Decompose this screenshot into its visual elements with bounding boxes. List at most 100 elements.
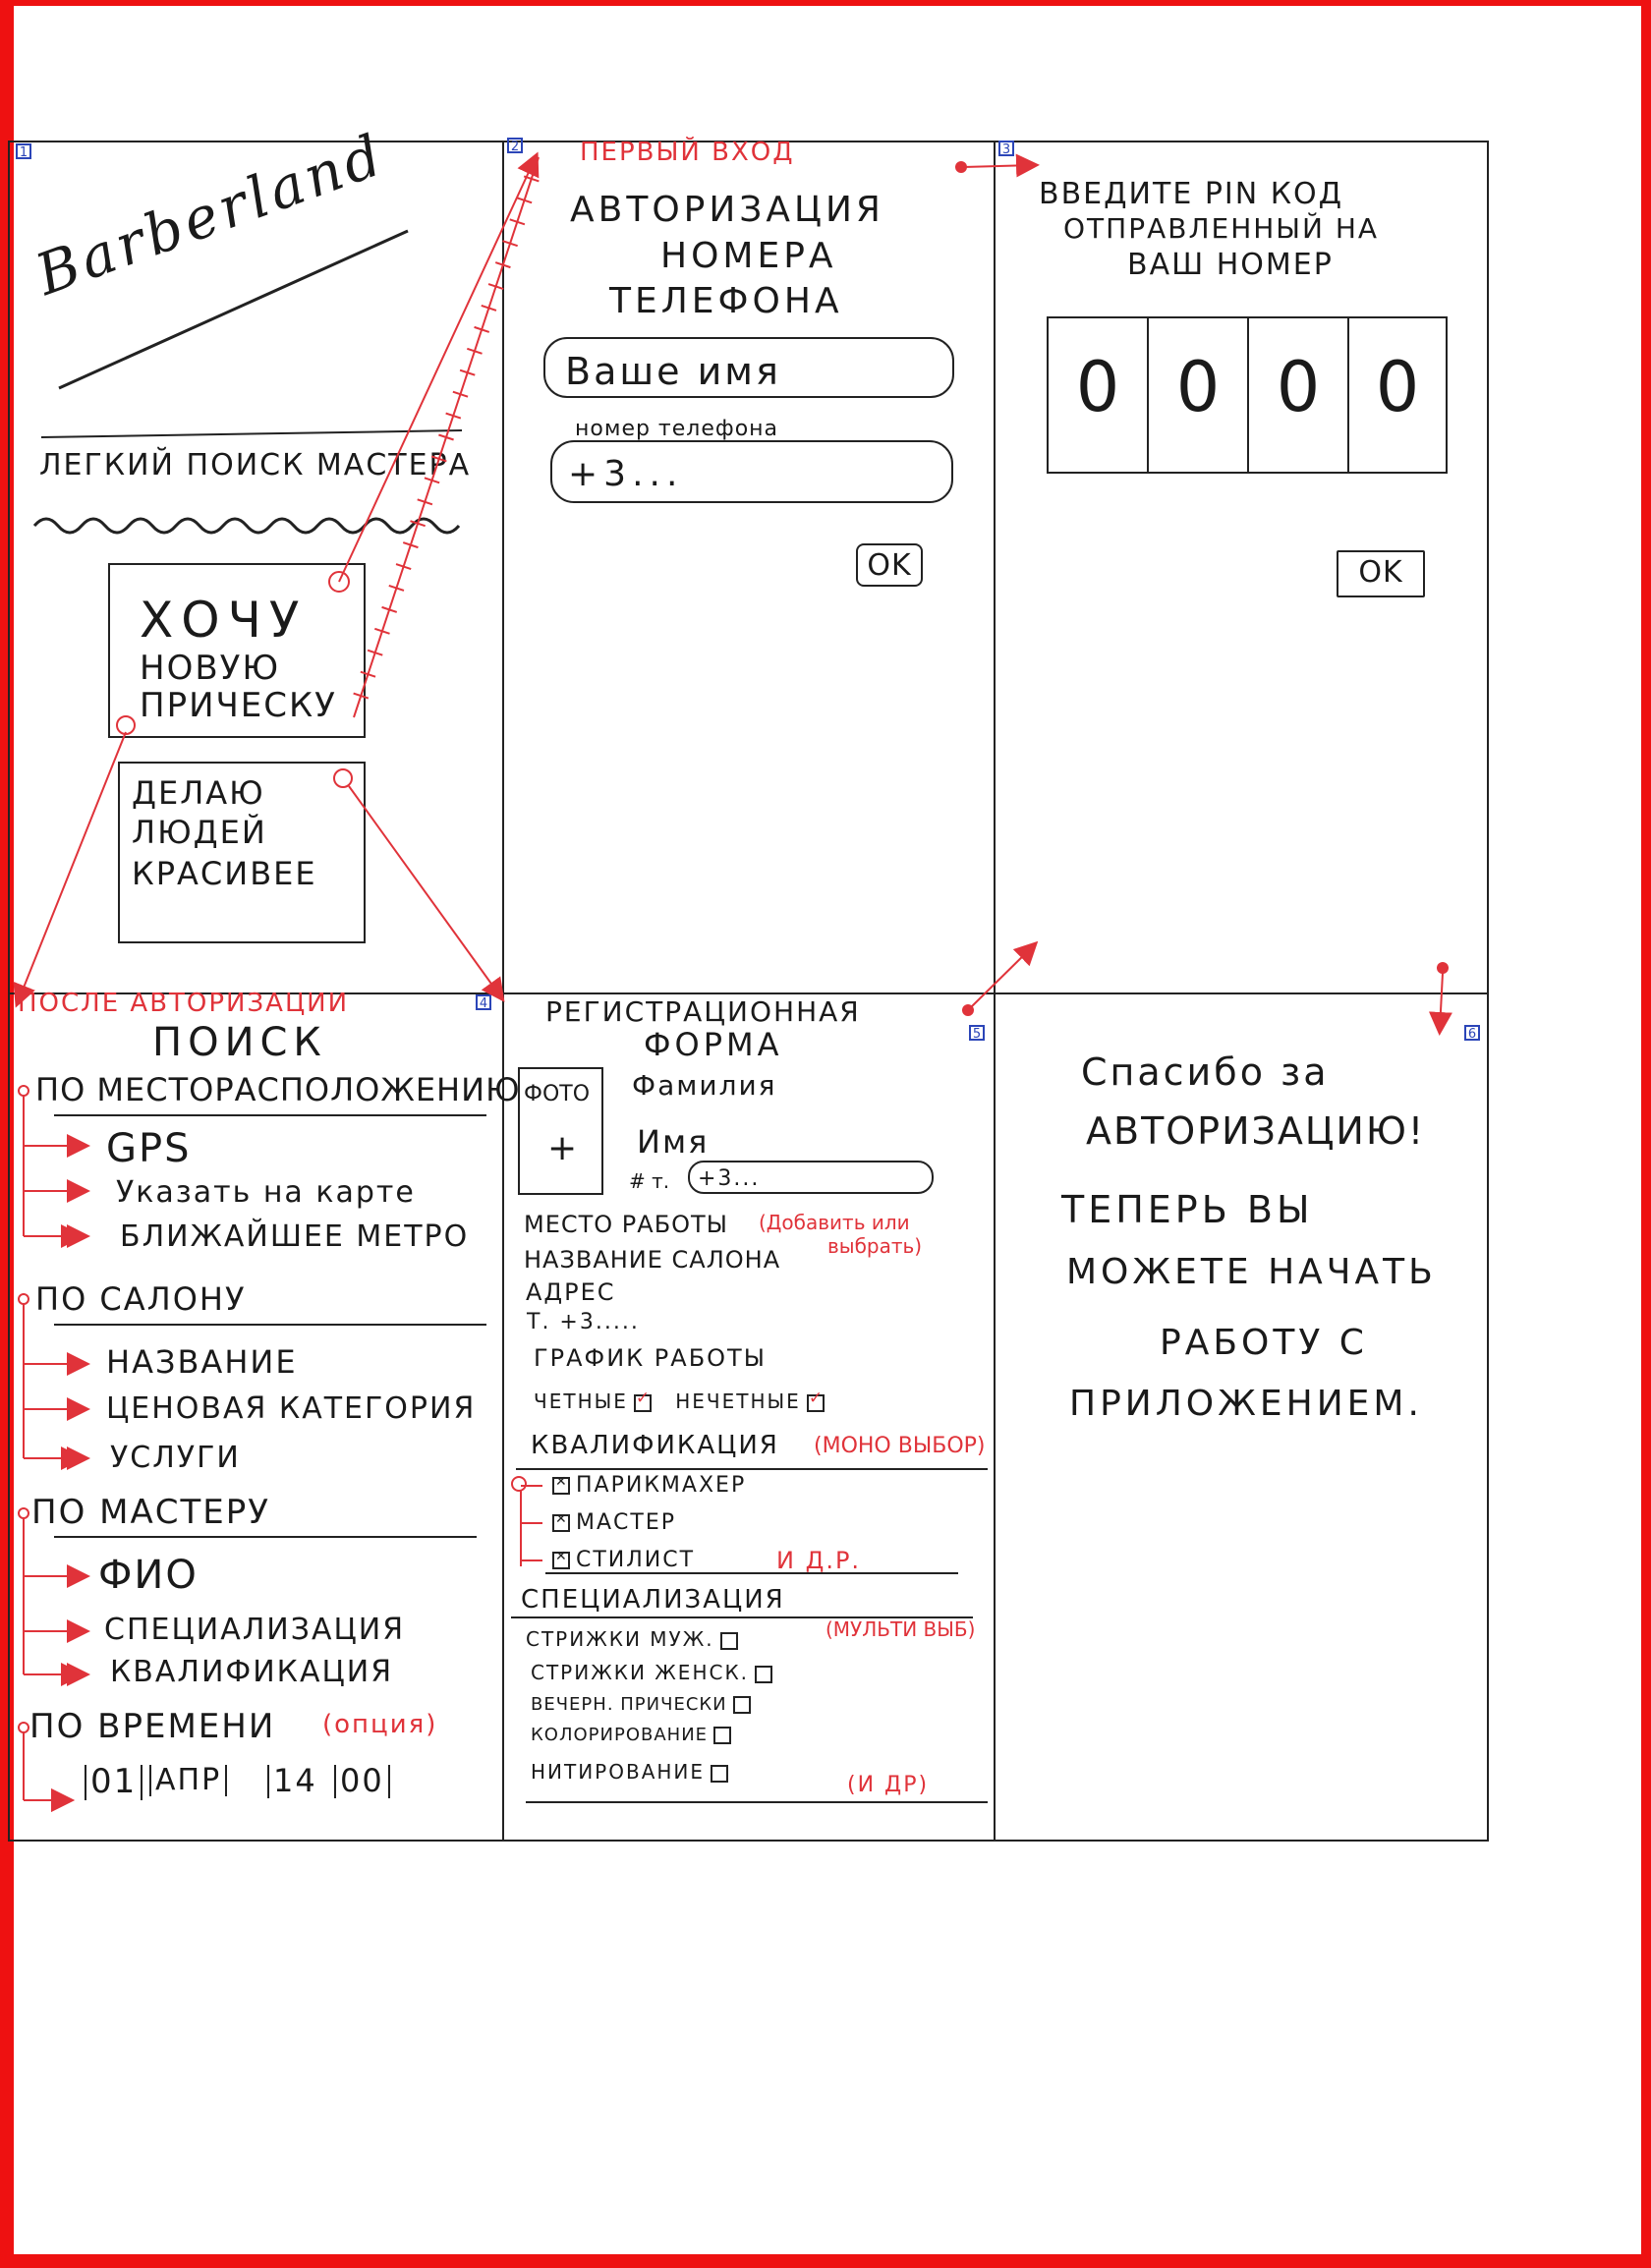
spec-threading[interactable]: НИТИРОВАНИЕ [531, 1762, 734, 1783]
qual-hairdresser-label: ПАРИКМАХЕР [576, 1473, 747, 1498]
qual-hairdresser[interactable]: ПАРИКМАХЕР [546, 1474, 746, 1497]
phone-value: +3... [568, 454, 684, 494]
search-by-master[interactable]: ПО МАСТЕРУ [31, 1495, 270, 1531]
after-auth-annotation: ПОСЛЕ АВТОРИЗАЦИИ [18, 989, 350, 1018]
qual-hairdresser-checkbox[interactable] [552, 1475, 570, 1495]
search-by-salon[interactable]: ПО САЛОНУ [35, 1282, 246, 1317]
first-login-annotation: ПЕРВЫЙ ВХОД [580, 138, 795, 167]
search-by-time[interactable]: ПО ВРЕМЕНИ [29, 1709, 275, 1745]
grid-divider-2 [994, 142, 996, 1840]
qual-stylist-label: СТИЛИСТ [576, 1548, 696, 1572]
spec-threading-checkbox[interactable] [711, 1764, 729, 1783]
master-qualification[interactable]: КВАЛИФИКАЦИЯ [110, 1657, 393, 1688]
qualification-note: (МОНО ВЫБОР) [814, 1434, 986, 1458]
qual-stylist[interactable]: СТИЛИСТ [546, 1549, 695, 1571]
spec-men-checkbox[interactable] [719, 1631, 738, 1650]
search-by-location[interactable]: ПО МЕСТОРАСПОЛОЖЕНИЮ [35, 1073, 521, 1107]
pin-digit-3[interactable]: 0 [1249, 318, 1349, 472]
spec-men[interactable]: СТРИЖКИ МУЖ. [526, 1629, 744, 1650]
spec-note: (МУЛЬТИ ВЫБ) [826, 1617, 976, 1641]
want-line-1: ХОЧУ [140, 592, 308, 649]
pin-ok-button[interactable]: OK [1337, 550, 1425, 597]
spec-women-label: СТРИЖКИ ЖЕНСК. [531, 1661, 750, 1684]
reg-phone-input[interactable]: +3... [688, 1161, 934, 1194]
even-days-checkbox[interactable] [633, 1390, 652, 1412]
phone-input[interactable]: +3... [550, 440, 953, 503]
screen-number-1: 1 [16, 143, 31, 160]
odd-days-checkbox[interactable] [806, 1390, 825, 1412]
address-field[interactable]: АДРЕС [526, 1279, 616, 1305]
thanks-line-2: АВТОРИЗАЦИЮ! [1086, 1109, 1426, 1153]
thanks-line-4: МОЖЕТЕ НАЧАТЬ [1066, 1252, 1437, 1292]
want-haircut-button[interactable]: ХОЧУ НОВУЮ ПРИЧЕСКУ [108, 563, 366, 738]
auth-title-2: НОМЕРА [660, 236, 837, 276]
surname-field[interactable]: Фамилия [632, 1071, 777, 1101]
salon-name-field[interactable]: НАЗВАНИЕ САЛОНА [524, 1247, 780, 1273]
auth-ok-button[interactable]: OK [856, 543, 923, 587]
spec-coloring-checkbox[interactable] [713, 1727, 732, 1744]
qual-master[interactable]: МАСТЕР [546, 1511, 676, 1534]
thanks-line-3: ТЕПЕРЬ ВЫ [1061, 1188, 1314, 1231]
specialization-underline [511, 1616, 973, 1618]
qual-stylist-checkbox[interactable] [552, 1550, 570, 1569]
qual-more-note: И Д.Р. [776, 1547, 862, 1574]
pin-digit-2[interactable]: 0 [1149, 318, 1249, 472]
master-fio[interactable]: ФИО [98, 1555, 199, 1596]
auth-title-3: ТЕЛЕФОНА [609, 281, 843, 321]
tagline: ЛЕГКИЙ ПОИСК МАСТЕРА [39, 448, 472, 482]
pin-input-group[interactable]: 0 0 0 0 [1047, 316, 1448, 474]
salon-name[interactable]: НАЗВАНИЕ [106, 1345, 298, 1380]
search-title: ПОИСК [152, 1020, 327, 1065]
qual-master-label: МАСТЕР [576, 1510, 676, 1535]
name-input[interactable]: Ваше имя [543, 337, 954, 398]
location-metro[interactable]: БЛИЖАЙШЕЕ МЕТРО [120, 1221, 469, 1253]
workplace-note-2: выбрать) [827, 1234, 923, 1258]
pin-digit-1[interactable]: 0 [1049, 318, 1149, 472]
screen-number-6: 6 [1464, 1025, 1480, 1042]
make-people-beautiful-button[interactable]: ДЕЛАЮ ЛЮДЕЙ КРАСИВЕЕ [118, 762, 366, 943]
spec-women-checkbox[interactable] [755, 1665, 773, 1683]
spec-evening-label: ВЕЧЕРН. ПРИЧЕСКИ [531, 1694, 727, 1715]
photo-plus: + [547, 1128, 580, 1168]
reg-title-1: РЕГИСТРАЦИОННАЯ [545, 995, 861, 1028]
spec-evening[interactable]: ВЕЧЕРН. ПРИЧЕСКИ [531, 1694, 757, 1715]
pin-title-3: ВАШ НОМЕР [1127, 248, 1334, 282]
salon-services[interactable]: УСЛУГИ [110, 1443, 241, 1474]
time-hour[interactable]: 14 [267, 1764, 321, 1798]
spec-evening-checkbox[interactable] [732, 1696, 751, 1714]
photo-upload[interactable]: ФОТО + [518, 1067, 603, 1195]
time-min[interactable]: 00 [334, 1764, 390, 1798]
screen-number-5: 5 [969, 1025, 985, 1042]
spec-more-note: (И ДР) [847, 1773, 930, 1797]
location-map[interactable]: Указать на карте [116, 1177, 416, 1209]
master-specialization[interactable]: СПЕЦИАЛИЗАЦИЯ [104, 1615, 405, 1646]
qualification-underline [516, 1468, 988, 1470]
by-time-optional-note: (опция) [322, 1710, 438, 1739]
want-line-3: ПРИЧЕСКУ [140, 686, 337, 725]
want-line-2: НОВУЮ [140, 649, 281, 688]
pin-digit-4[interactable]: 0 [1349, 318, 1446, 472]
phone-prefix: # т. [629, 1169, 670, 1193]
location-gps[interactable]: GPS [106, 1128, 192, 1169]
date-month[interactable]: АПР [149, 1765, 228, 1796]
spec-coloring-label: КОЛОРИРОВАНИЕ [531, 1725, 709, 1745]
screen-number-4: 4 [476, 994, 491, 1011]
name-field[interactable]: Имя [637, 1125, 709, 1160]
schedule-options: ЧЕТНЫЕ НЕЧЕТНЫЕ [534, 1389, 830, 1413]
qualification-label: КВАЛИФИКАЦИЯ [531, 1431, 779, 1460]
reg-title-2: ФОРМА [644, 1026, 783, 1063]
date-day[interactable]: 01 [85, 1764, 143, 1800]
qual-master-checkbox[interactable] [552, 1512, 570, 1532]
name-placeholder: Ваше имя [565, 350, 781, 393]
location-underline [54, 1114, 486, 1116]
spec-bottom-underline [526, 1801, 988, 1803]
salon-price[interactable]: ЦЕНОВАЯ КАТЕГОРИЯ [106, 1393, 476, 1425]
spec-men-label: СТРИЖКИ МУЖ. [526, 1627, 714, 1651]
spec-coloring[interactable]: КОЛОРИРОВАНИЕ [531, 1725, 737, 1745]
even-days-label: ЧЕТНЫЕ [534, 1389, 628, 1413]
salon-phone-field[interactable]: Т. +3..... [527, 1311, 640, 1333]
spec-women[interactable]: СТРИЖКИ ЖЕНСК. [531, 1663, 778, 1683]
make-line-3: КРАСИВЕЕ [132, 855, 317, 892]
master-underline [54, 1536, 477, 1538]
odd-days-label: НЕЧЕТНЫЕ [675, 1389, 801, 1413]
